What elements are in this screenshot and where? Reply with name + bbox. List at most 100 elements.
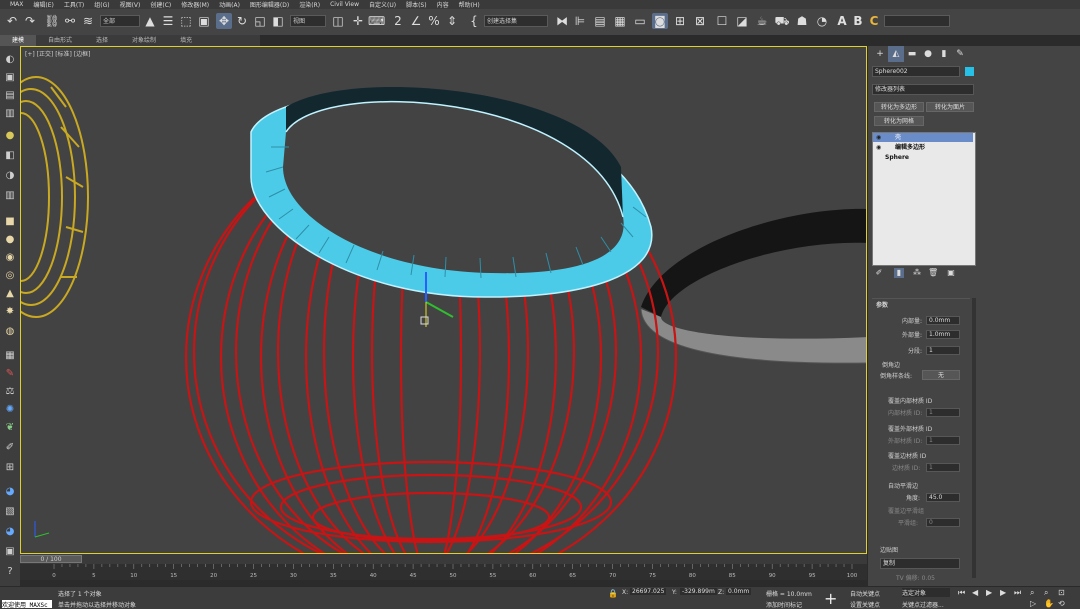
select-manipulate-icon[interactable]: ✛ — [350, 13, 366, 29]
cylinder-primitive-icon[interactable]: ◉ — [4, 252, 16, 264]
wrench-icon[interactable]: ✐ — [4, 442, 16, 454]
selection-filter-dropdown[interactable]: 全部 — [100, 15, 140, 27]
next-frame-icon[interactable]: ▶ — [1000, 588, 1006, 597]
menu-tools[interactable]: 工具(T) — [64, 0, 84, 9]
z-coord-field[interactable]: 0.0mm — [726, 588, 752, 595]
x-coord-field[interactable]: 26697.025 — [630, 588, 667, 595]
show-end-result-icon[interactable]: ▮ — [894, 268, 904, 278]
menu-civil-view[interactable]: Civil View — [330, 1, 359, 8]
menu-views[interactable]: 视图(V) — [120, 0, 141, 9]
set-key-plus-icon[interactable]: + — [824, 589, 837, 608]
pattern-icon[interactable]: ▦ — [4, 350, 16, 362]
lock-selection-icon[interactable]: 🔒 — [608, 589, 618, 598]
maxscript-listener[interactable]: 欢迎使用 MAXSc — [2, 600, 52, 609]
geosphere-primitive-icon[interactable]: ✸ — [4, 306, 16, 318]
goto-start-icon[interactable]: ⏮ — [958, 588, 965, 598]
edit-named-selection-icon[interactable]: { — [466, 13, 482, 29]
display-panel-icon[interactable]: ▮ — [936, 46, 952, 62]
leaf-icon[interactable]: ❦ — [4, 422, 16, 434]
text-tool-a-button[interactable]: A — [834, 13, 850, 29]
menu-help[interactable]: 帮助(H) — [459, 0, 480, 9]
render-setup-icon[interactable]: ☐ — [714, 13, 730, 29]
render-activeshade-icon[interactable]: ☗ — [794, 13, 810, 29]
stack-item-sphere[interactable]: Sphere — [873, 153, 973, 162]
outer-mat-spinner[interactable]: 1 — [926, 436, 960, 445]
edge-mat-spinner[interactable]: 1 — [926, 463, 960, 472]
cone-primitive-icon[interactable]: ▲ — [4, 288, 16, 300]
visibility-eye-icon[interactable]: ◉ — [876, 134, 881, 141]
configure-sets-icon[interactable]: ▣ — [946, 268, 956, 278]
box-primitive-icon[interactable]: ■ — [4, 216, 16, 228]
material-editor-icon[interactable]: ⊠ — [692, 13, 708, 29]
override-edge-smooth-checkbox[interactable]: 覆盖边平滑组 — [888, 506, 924, 515]
select-place-icon[interactable]: ◧ — [270, 13, 286, 29]
maximize-viewport-icon[interactable]: ⊡ — [1058, 588, 1065, 597]
y-coord-field[interactable]: -329.899m — [680, 588, 717, 595]
create-icon[interactable]: ◐ — [4, 54, 16, 66]
text-tool-b-button[interactable]: B — [850, 13, 866, 29]
menu-graph-editors[interactable]: 图形编辑器(D) — [250, 0, 289, 9]
orbit-icon[interactable]: ⟲ — [1058, 599, 1065, 608]
make-unique-icon[interactable]: ⁂ — [912, 268, 922, 278]
viewport-perspective[interactable]: [+] [正交] [标准] [边框] — [20, 46, 867, 554]
rendered-frame-icon[interactable]: ◪ — [734, 13, 750, 29]
field-of-view-icon[interactable]: ▷ — [1030, 599, 1036, 608]
stack-item-shell[interactable]: 壳 — [873, 133, 973, 142]
window-crossing-icon[interactable]: ▣ — [196, 13, 212, 29]
named-selection-dropdown[interactable]: 创建选择集 — [484, 15, 548, 27]
command-panel-scrollbar[interactable] — [972, 298, 976, 578]
bevel-spline-button[interactable]: 无 — [922, 370, 960, 380]
globe-icon[interactable]: ◕ — [4, 486, 16, 498]
align-icon[interactable]: ⊫ — [572, 13, 588, 29]
tab-object-paint[interactable]: 对象绘制 — [120, 35, 168, 46]
spinner-snap-icon[interactable]: ⇕ — [444, 13, 460, 29]
smooth-group-spinner[interactable]: 0 — [926, 518, 960, 527]
menu-scripting[interactable]: 脚本(S) — [406, 0, 427, 9]
workspace-dropdown[interactable] — [884, 15, 950, 27]
material-ball-icon[interactable]: ◕ — [4, 526, 16, 538]
pivot-center-icon[interactable]: ◫ — [330, 13, 346, 29]
render-production-icon[interactable]: ☕ — [754, 13, 770, 29]
utilities-panel-icon[interactable]: ✎ — [952, 46, 968, 62]
time-slider-thumb[interactable]: 0 / 100 — [20, 555, 82, 563]
motion-panel-icon[interactable]: ● — [920, 46, 936, 62]
time-slider[interactable]: 0 / 100 — [20, 554, 867, 564]
camera-icon[interactable]: ◧ — [4, 150, 16, 162]
space-warp-icon[interactable]: ▥ — [4, 190, 16, 202]
ribbon-toggle-icon[interactable]: ▭ — [632, 13, 648, 29]
params-rollout-title[interactable]: 参数 — [876, 300, 888, 309]
pan-icon[interactable]: ✋ — [1044, 599, 1054, 608]
menu-animation[interactable]: 动画(A) — [219, 0, 240, 9]
tab-modeling[interactable]: 建模 — [0, 35, 37, 46]
override-outer-mat-checkbox[interactable]: 覆盖外部材质 ID — [888, 424, 932, 433]
auto-smooth-checkbox[interactable]: 自动平滑边 — [888, 481, 918, 490]
viewport-layout-icon[interactable]: ▣ — [4, 72, 16, 84]
unlink-icon[interactable]: ⚯ — [62, 13, 78, 29]
convert-to-poly-button[interactable]: 转化为多边形 — [874, 102, 924, 112]
settings-icon[interactable]: ▣ — [4, 546, 16, 558]
tab-populate[interactable]: 填充 — [168, 35, 204, 46]
torus-primitive-icon[interactable]: ◎ — [4, 270, 16, 282]
track-bar[interactable]: 0 5 10 15 20 25 30 35 40 45 50 55 60 65 70 75 80 85 90 95 10… — [20, 564, 867, 580]
hierarchy-panel-icon[interactable]: ▬ — [904, 46, 920, 62]
modify-panel-icon[interactable]: ◭ — [888, 46, 904, 62]
menu-modifiers[interactable]: 修改器(M) — [181, 0, 209, 9]
snaps-toggle-icon[interactable]: 2 — [390, 13, 406, 29]
percent-snap-icon[interactable]: % — [426, 13, 442, 29]
bevel-edges-checkbox[interactable]: 倒角边 — [882, 360, 900, 369]
remove-modifier-icon[interactable]: 🗑 — [928, 268, 938, 278]
help-icon[interactable]: ? — [4, 566, 16, 578]
redo-icon[interactable]: ↷ — [22, 13, 38, 29]
bind-space-warp-icon[interactable]: ≋ — [80, 13, 96, 29]
scene-explorer-icon[interactable]: ▤ — [592, 13, 608, 29]
grid-icon[interactable]: ⊞ — [4, 462, 16, 474]
sphere-primitive-icon[interactable]: ● — [4, 234, 16, 246]
override-edge-mat-checkbox[interactable]: 覆盖边材质 ID — [888, 451, 926, 460]
measure-icon[interactable]: ⚖ — [4, 386, 16, 398]
light-icon[interactable]: ● — [4, 130, 16, 142]
layers-icon[interactable]: ▤ — [4, 90, 16, 102]
display-icon[interactable]: ▥ — [4, 108, 16, 120]
goto-end-icon[interactable]: ⏭ — [1014, 588, 1021, 598]
schematic-view-icon[interactable]: ⊞ — [672, 13, 688, 29]
menu-content[interactable]: 内容 — [437, 0, 449, 9]
